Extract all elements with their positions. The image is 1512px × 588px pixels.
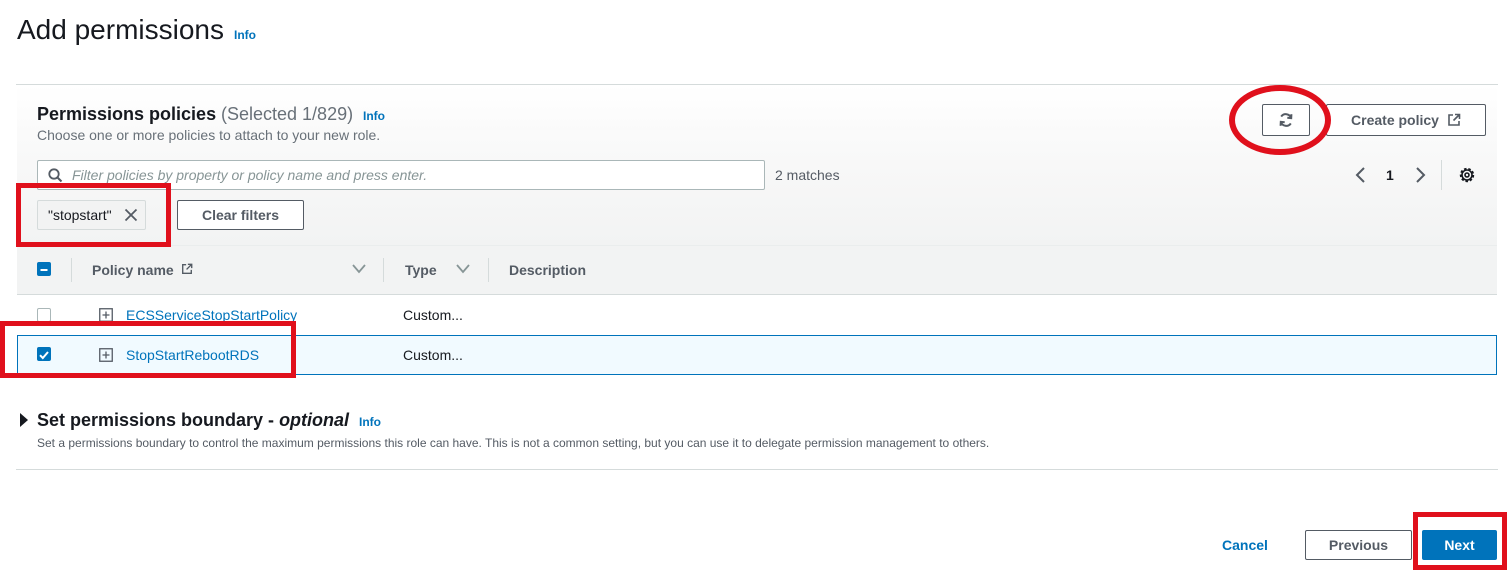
boundary-description: Set a permissions boundary to control th… [37,436,990,450]
annotation-box [0,321,296,378]
search-icon [48,167,63,182]
boundary-title[interactable]: Set permissions boundary - optional [37,410,349,431]
cancel-button[interactable]: Cancel [1222,537,1268,553]
previous-button[interactable]: Previous [1305,530,1412,560]
caret-right-icon[interactable] [20,413,28,427]
page-number[interactable]: 1 [1386,167,1394,183]
column-divider [383,258,384,282]
header-info-link[interactable]: Info [234,28,256,42]
permissions-description: Choose one or more policies to attach to… [37,127,381,143]
policy-type: Custom... [403,307,463,323]
column-header-policy-name[interactable]: Policy name [92,262,193,278]
table-header [17,245,1497,295]
create-policy-button[interactable]: Create policy [1326,104,1486,136]
chevron-right-icon[interactable] [1411,164,1429,186]
clear-filters-button[interactable]: Clear filters [177,200,304,230]
column-divider [488,258,489,282]
external-link-icon [181,263,192,274]
external-link-icon [1448,113,1461,126]
permissions-title: Permissions policies [37,104,217,124]
annotation-box [1413,512,1507,570]
row-checkbox[interactable] [37,308,51,322]
annotation-ellipse [1229,85,1331,155]
expand-icon[interactable] [99,308,113,322]
selected-count: (Selected 1/829) [221,104,354,124]
boundary-title-text: Set permissions boundary - [37,410,280,430]
match-count: 2 matches [775,167,840,183]
select-all-checkbox[interactable] [37,262,51,276]
page-title: Add permissions [17,14,224,45]
annotation-box [16,183,171,247]
search-input[interactable] [72,167,752,183]
gear-icon[interactable] [1456,164,1478,186]
indeterminate-icon [40,269,48,271]
divider [16,469,1498,470]
chevron-left-icon[interactable] [1352,164,1370,186]
sort-down-icon[interactable] [352,264,366,274]
permissions-info-link[interactable]: Info [363,109,385,123]
create-policy-label: Create policy [1351,112,1439,128]
column-divider [71,258,72,282]
column-policy-name-label: Policy name [92,262,174,278]
policy-type: Custom... [403,347,463,363]
boundary-optional: optional [279,410,350,430]
column-header-description: Description [509,262,587,278]
pager-divider [1441,160,1442,190]
column-header-type[interactable]: Type [405,262,437,278]
sort-down-icon[interactable] [456,264,470,274]
boundary-info-link[interactable]: Info [359,415,381,429]
